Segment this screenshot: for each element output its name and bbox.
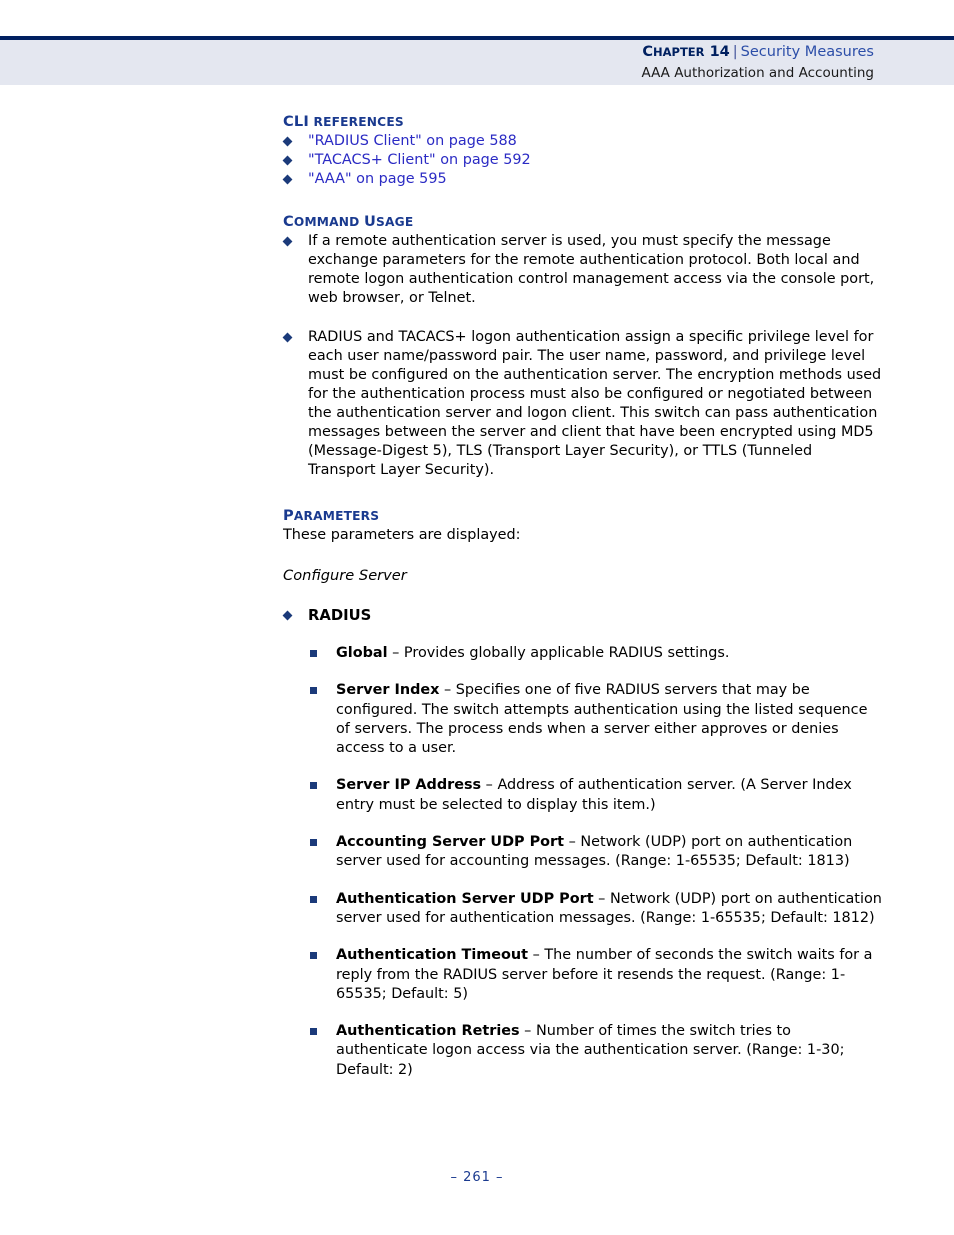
parameter-term: Global [336, 645, 388, 661]
parameters-block: PARAMETERS These parameters are displaye… [282, 507, 883, 1080]
list-item: If a remote authentication server is use… [282, 232, 883, 308]
diamond-bullet-icon [282, 332, 293, 343]
parameter-term: Server IP Address [336, 777, 482, 794]
command-usage-text: RADIUS and TACACS+ logon authentication … [308, 329, 882, 478]
square-bullet-icon [310, 687, 317, 695]
command-usage-block: COMMAND USAGE If a remote authentication… [282, 213, 883, 480]
diamond-bullet-icon [282, 136, 293, 147]
configure-server-subheading: Configure Server [283, 567, 407, 584]
radius-group-label: RADIUS [282, 606, 883, 625]
diamond-bullet-icon [282, 610, 293, 621]
list-item: Authentication Server UDP Port – Network… [310, 890, 883, 929]
page-footer: – 261 – [0, 1170, 954, 1185]
list-item[interactable]: "AAA" on page 595 [282, 170, 883, 189]
page-number: – 261 – [450, 1170, 504, 1185]
header-chapter-line: CHAPTER 14 | Security Measures [0, 42, 874, 63]
chapter-label: CHAPTER 14 [642, 44, 730, 60]
square-bullet-icon [310, 839, 317, 847]
page-content: CLI REFERENCES "RADIUS Client" on page 5… [282, 113, 883, 1080]
cli-references-block: CLI REFERENCES "RADIUS Client" on page 5… [282, 113, 883, 189]
square-bullet-icon [310, 1028, 317, 1036]
list-item: Authentication Timeout – The number of s… [310, 946, 883, 1004]
parameters-heading: PARAMETERS [283, 507, 380, 524]
command-usage-heading: COMMAND USAGE [283, 213, 414, 230]
list-item: Server Index – Specifies one of five RAD… [310, 681, 883, 758]
parameters-list: Global – Provides globally applicable RA… [283, 644, 883, 1080]
parameter-term: Server Index [336, 682, 440, 699]
parameter-term: Authentication Timeout [336, 947, 529, 964]
command-usage-text: If a remote authentication server is use… [308, 233, 875, 306]
running-header: CHAPTER 14 | Security Measures AAA Authori… [0, 42, 874, 84]
parameter-term: Authentication Server UDP Port [336, 890, 594, 907]
header-section-title: Security Measures [740, 44, 874, 60]
parameter-term: Authentication Retries [336, 1023, 520, 1040]
parameters-intro: These parameters are displayed: [283, 527, 521, 543]
header-separator: | [732, 44, 738, 60]
parameter-term: Accounting Server UDP Port [336, 834, 565, 851]
list-item: Global – Provides globally applicable RA… [310, 644, 883, 663]
cli-references-heading: CLI REFERENCES [283, 113, 404, 130]
list-item: Accounting Server UDP Port – Network (UD… [310, 833, 883, 872]
list-item[interactable]: "RADIUS Client" on page 588 [282, 132, 883, 151]
square-bullet-icon [310, 952, 317, 960]
parameter-description: – Provides globally applicable RADIUS se… [387, 645, 730, 661]
list-item[interactable]: "TACACS+ Client" on page 592 [282, 151, 883, 170]
square-bullet-icon [310, 782, 317, 790]
cli-references-list: "RADIUS Client" on page 588 "TACACS+ Cli… [282, 132, 883, 189]
diamond-bullet-icon [282, 155, 293, 166]
list-item: RADIUS and TACACS+ logon authentication … [282, 328, 883, 480]
cli-reference-link[interactable]: "TACACS+ Client" on page 592 [308, 152, 531, 168]
header-subtitle: AAA Authorization and Accounting [641, 65, 874, 81]
square-bullet-icon [310, 650, 317, 657]
diamond-bullet-icon [282, 236, 293, 247]
square-bullet-icon [310, 895, 317, 903]
cli-reference-link[interactable]: "RADIUS Client" on page 588 [308, 133, 517, 149]
diamond-bullet-icon [282, 174, 293, 185]
list-item: Authentication Retries – Number of times… [310, 1022, 883, 1080]
command-usage-list: If a remote authentication server is use… [282, 232, 883, 480]
list-item: Server IP Address – Address of authentic… [310, 776, 883, 815]
cli-reference-link[interactable]: "AAA" on page 595 [308, 171, 447, 187]
